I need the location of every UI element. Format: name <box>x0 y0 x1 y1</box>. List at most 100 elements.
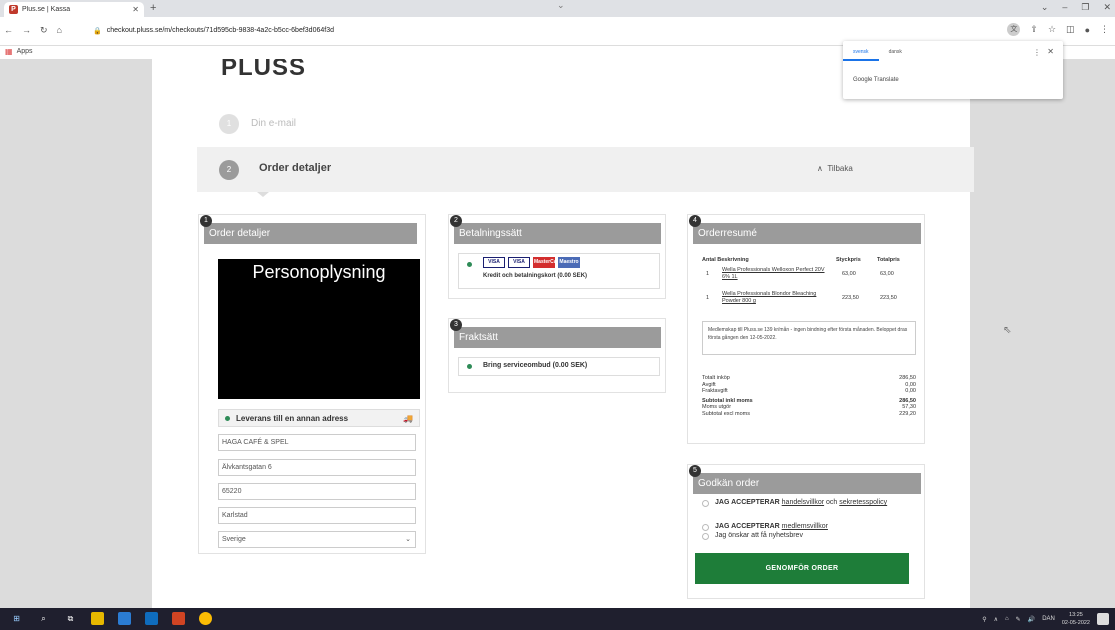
checkout-content: PLUSS 1 Din e-mail 2 Order detaljer ∧ Ti… <box>152 59 974 608</box>
tab-title: Plus.se | Kassa <box>22 6 71 13</box>
home-icon[interactable]: ⌂ <box>57 25 62 36</box>
newsletter-text: Jag önskar att få nyhetsbrev <box>715 532 803 539</box>
clock[interactable]: 13:25 02-05-2022 <box>1062 611 1090 627</box>
new-tab-button[interactable]: + <box>150 2 156 14</box>
terms-link[interactable]: handelsvillkor <box>782 499 824 506</box>
people-icon[interactable]: ⚲ <box>982 616 986 623</box>
browser-tab[interactable]: P Plus.se | Kassa ✕ <box>4 2 144 17</box>
back-icon[interactable]: ← <box>4 25 13 36</box>
accept-and: och <box>826 499 838 506</box>
bookmark-star-icon[interactable]: ☆ <box>1048 24 1056 35</box>
share-icon[interactable]: ⇪ <box>1030 24 1038 35</box>
search-icon[interactable]: ⌕ <box>37 612 50 625</box>
maximize-icon[interactable]: ❐ <box>1081 2 1089 13</box>
close-icon[interactable]: ✕ <box>1047 47 1054 56</box>
more-options-icon[interactable]: ⋮ <box>1033 48 1041 57</box>
sum-value: 0,00 <box>905 388 916 394</box>
redaction-box: Personoplysning <box>218 259 420 399</box>
panel-header: Fraktsätt <box>454 327 661 348</box>
sum-label: Subtotal excl moms <box>702 410 750 417</box>
step1-number: 1 <box>219 114 239 134</box>
city-field[interactable]: Karlstad <box>218 507 416 524</box>
street-field[interactable]: Älvkantsgatan 6 <box>218 459 416 476</box>
redaction-label: Personoplysning <box>252 262 386 282</box>
newsletter-checkbox[interactable]: Jag önskar att få nyhetsbrev <box>702 532 902 540</box>
card-payment-option[interactable]: VISA VISA MasterCard Maestro Kredit och … <box>458 253 660 289</box>
member-terms-link[interactable]: medlemsvillkor <box>782 523 828 530</box>
language-tabs: svensk dansk <box>843 47 912 61</box>
tab-swedish[interactable]: svensk <box>843 47 879 61</box>
row-total: 223,50 <box>880 295 897 301</box>
chrome-icon[interactable] <box>199 612 212 625</box>
back-toggle[interactable]: ∧ Tilbaka <box>817 164 853 173</box>
checkbox-icon[interactable] <box>702 533 709 540</box>
site-logo[interactable]: PLUSS <box>221 59 306 80</box>
row-unit-price: 63,00 <box>842 271 856 277</box>
confirm-order-button[interactable]: GENOMFÖR ORDER <box>695 553 909 584</box>
translate-icon[interactable]: 文 <box>1007 23 1021 36</box>
tab-danish[interactable]: dansk <box>879 47 912 61</box>
lock-icon[interactable]: 🔒 <box>93 27 102 35</box>
language-indicator[interactable]: DAN <box>1042 616 1055 622</box>
accept-member-checkbox[interactable]: JAG ACCEPTERAR medlemsvillkor <box>702 523 902 531</box>
sum-label: Fraktavgift <box>702 388 728 394</box>
window-controls: ⌄ – ❐ ✕ <box>1041 2 1111 13</box>
step2-header: 2 Order detaljer ∧ Tilbaka <box>197 147 974 192</box>
checkbox-icon[interactable] <box>702 524 709 531</box>
file-explorer-icon[interactable] <box>91 612 104 625</box>
forward-icon[interactable]: → <box>22 25 31 36</box>
row-total: 63,00 <box>880 271 894 277</box>
reload-icon[interactable]: ↻ <box>40 25 48 36</box>
tab-list-icon[interactable]: ⌄ <box>1041 2 1049 13</box>
minimize-icon[interactable]: – <box>1062 2 1067 13</box>
product-link[interactable]: Wella Professionals Welloxon Perfect 20V… <box>722 267 828 281</box>
browser-tab-bar: P Plus.se | Kassa ✕ + ⌄ ⌄ – ❐ ✕ <box>0 0 1115 17</box>
step2-label: Order detaljer <box>259 162 332 174</box>
totals-list: Totalt inköp 286,50 Avgift 0,00 Fraktavgif… <box>702 375 916 417</box>
notification-icon[interactable] <box>1097 613 1109 625</box>
network-icon[interactable]: ⌂ <box>1005 616 1009 622</box>
menu-icon[interactable]: ⋮ <box>1100 24 1109 35</box>
mail-icon[interactable] <box>118 612 131 625</box>
system-tray: ⚲ ∧ ⌂ ✎ 🔊 DAN 13:25 02-05-2022 <box>982 611 1109 627</box>
product-link[interactable]: Wella Professionals Blondor Bleaching Po… <box>722 291 828 305</box>
chevron-up-icon: ∧ <box>817 164 823 173</box>
accept-bold: JAG ACCEPTERAR <box>715 523 780 530</box>
checkbox-icon[interactable] <box>702 500 709 507</box>
sidepanel-icon[interactable]: ◫ <box>1066 24 1075 35</box>
header-total: Totalpris <box>877 257 900 263</box>
sum-row: Subtotal excl moms 229,20 <box>702 411 916 418</box>
translate-label: Google Translate <box>853 77 899 83</box>
outlook-icon[interactable] <box>145 612 158 625</box>
accept-terms-text: JAG ACCEPTERAR handelsvillkor och sekret… <box>715 499 887 507</box>
panel-header: Orderresumé <box>693 223 921 244</box>
payment-option-label: Kredit och betalningskort (0.00 SEK) <box>483 273 588 279</box>
profile-icon[interactable]: ● <box>1085 25 1090 35</box>
panel-number: 4 <box>689 215 701 227</box>
windows-start-icon[interactable]: ⊞ <box>10 612 23 625</box>
address-bar[interactable]: 🔒 checkout.pluss.se/m/checkouts/71d595cb… <box>93 23 993 38</box>
ship-alt-address-option[interactable]: Leverans till en annan adress 🚚 <box>218 409 420 427</box>
task-view-icon[interactable]: ⧉ <box>64 612 77 625</box>
apps-bookmark[interactable]: ▦ Apps <box>5 47 33 56</box>
accept-terms-checkbox[interactable]: JAG ACCEPTERAR handelsvillkor och sekret… <box>702 499 902 507</box>
close-window-icon[interactable]: ✕ <box>1103 2 1111 13</box>
chevron-down-icon: ⌄ <box>405 536 411 543</box>
tab-search-icon[interactable]: ⌄ <box>557 0 565 11</box>
step1-label[interactable]: Din e-mail <box>251 118 296 129</box>
taskbar-apps: ⊞ ⌕ ⧉ <box>10 612 212 625</box>
tray-chevron-icon[interactable]: ∧ <box>994 616 998 623</box>
close-tab-icon[interactable]: ✕ <box>132 5 139 14</box>
freight-option-label: Bring serviceombud (0.00 SEK) <box>483 362 588 369</box>
privacy-link[interactable]: sekretesspolicy <box>839 499 887 506</box>
payment-panel: Betalningssätt 2 VISA VISA MasterCard Ma… <box>448 214 666 299</box>
powerpoint-icon[interactable] <box>172 612 185 625</box>
sum-row: Fraktavgift 0,00 <box>702 388 916 395</box>
panel-header: Betalningssätt <box>454 223 661 244</box>
freight-option[interactable]: Bring serviceombud (0.00 SEK) <box>458 357 660 376</box>
pen-icon[interactable]: ✎ <box>1016 616 1021 623</box>
country-select[interactable]: Sverige ⌄ <box>218 531 416 548</box>
postal-code-field[interactable]: 65220 <box>218 483 416 500</box>
company-name-field[interactable]: HAGA CAFÉ & SPEL <box>218 434 416 451</box>
volume-icon[interactable]: 🔊 <box>1028 616 1035 623</box>
